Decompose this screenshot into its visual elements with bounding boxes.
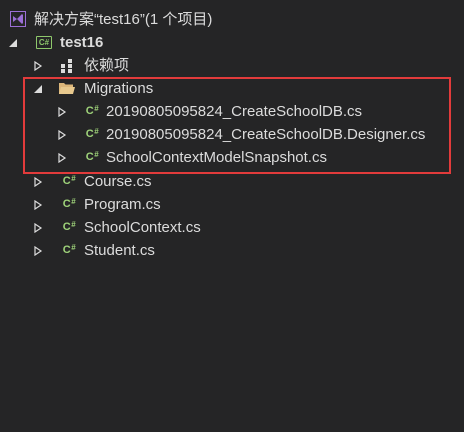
file-node-program[interactable]: C # Program.cs xyxy=(0,193,464,216)
expanded-triangle-icon[interactable] xyxy=(7,37,19,49)
collapsed-triangle-icon[interactable] xyxy=(56,106,68,118)
file-label: Student.cs xyxy=(84,242,155,259)
migration-file-node[interactable]: C # 20190805095824_CreateSchoolDB.cs xyxy=(0,100,464,123)
folder-open-icon xyxy=(58,81,76,96)
file-node-schoolcontext[interactable]: C # SchoolContext.cs xyxy=(0,216,464,239)
project-label: test16 xyxy=(60,34,104,51)
file-label: 20190805095824_CreateSchoolDB.cs xyxy=(106,103,363,120)
csharp-file-icon: C # xyxy=(62,242,76,257)
migration-file-node[interactable]: C # SchoolContextModelSnapshot.cs xyxy=(0,146,464,169)
file-label: Course.cs xyxy=(84,173,152,190)
collapsed-triangle-icon[interactable] xyxy=(32,222,44,234)
collapsed-triangle-icon[interactable] xyxy=(32,60,44,72)
dependencies-icon xyxy=(59,58,75,74)
file-label: 20190805095824_CreateSchoolDB.Designer.c… xyxy=(106,126,426,143)
csharp-file-icon: C # xyxy=(62,173,76,188)
file-node-course[interactable]: C # Course.cs xyxy=(0,170,464,193)
dependencies-node[interactable]: 依赖项 xyxy=(0,54,464,77)
project-node-test16[interactable]: C# test16 xyxy=(0,31,464,54)
csharp-file-icon: C # xyxy=(62,196,76,211)
csharp-file-icon: C # xyxy=(85,126,99,141)
migration-file-node[interactable]: C # 20190805095824_CreateSchoolDB.Designe… xyxy=(0,123,464,146)
solution-label: 解决方案“test16”(1 个项目) xyxy=(34,11,213,28)
migrations-label: Migrations xyxy=(84,80,154,97)
csharp-file-icon: C # xyxy=(85,103,99,118)
csharp-file-icon: C # xyxy=(62,219,76,234)
migrations-folder-node[interactable]: Migrations xyxy=(0,77,464,100)
file-label: SchoolContext.cs xyxy=(84,219,201,236)
collapsed-triangle-icon[interactable] xyxy=(56,152,68,164)
file-label: SchoolContextModelSnapshot.cs xyxy=(106,149,327,166)
collapsed-triangle-icon[interactable] xyxy=(56,129,68,141)
csharp-file-icon: C # xyxy=(85,149,99,164)
file-label: Program.cs xyxy=(84,196,161,213)
collapsed-triangle-icon[interactable] xyxy=(32,199,44,211)
visual-studio-solution-icon xyxy=(10,11,26,27)
collapsed-triangle-icon[interactable] xyxy=(32,176,44,188)
collapsed-triangle-icon[interactable] xyxy=(32,245,44,257)
solution-node[interactable]: 解决方案“test16”(1 个项目) xyxy=(0,8,464,31)
dependencies-label: 依赖项 xyxy=(84,57,130,74)
file-node-student[interactable]: C # Student.cs xyxy=(0,239,464,262)
csharp-project-icon: C# xyxy=(36,36,52,49)
solution-explorer-tree: 解决方案“test16”(1 个项目) C# test16 依赖项 Migrat… xyxy=(0,0,464,432)
expanded-triangle-icon[interactable] xyxy=(32,83,44,95)
